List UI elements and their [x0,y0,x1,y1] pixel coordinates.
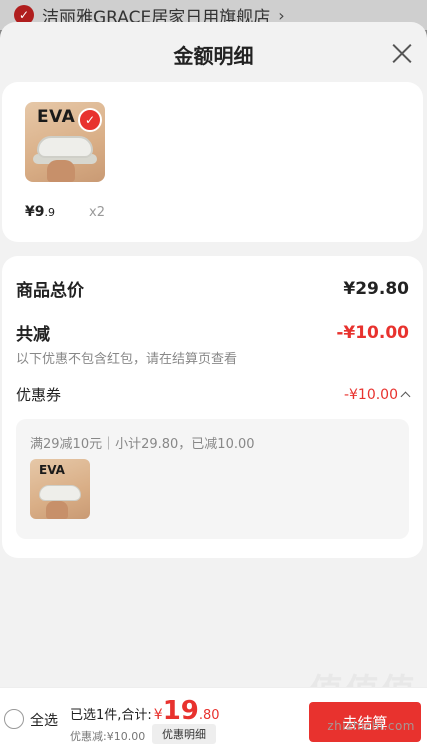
coupon-product-thumbnail: EVA [30,459,90,519]
check-icon: ✓ [78,108,102,132]
slipper-strap [37,136,93,158]
coupon-value: -¥10.00 [343,386,398,403]
product-thumb-label: EVA [37,107,76,127]
coupon-value-wrap[interactable]: -¥10.00 [343,386,411,403]
select-all-label[interactable]: 全选 [30,710,58,730]
order-summary: 已选1件,合计: ¥ 19 .80 [70,696,220,726]
coupon-detail-box: 满29减10元｜小计29.80，已减10.00 EVA [16,419,409,539]
selected-count: 已选1件,合计: [70,708,152,723]
total-value: ¥29.80 [343,278,409,299]
summary-card: 商品总价 ¥29.80 共减 -¥10.00 以下优惠不包含红包，请在结算页查看… [2,256,423,558]
chevron-up-icon[interactable] [400,391,411,402]
total-label: 商品总价 [16,281,84,301]
reduce-value: -¥10.00 [336,322,409,343]
product-price: ¥9.9 [25,204,55,220]
product-price-int: ¥9 [25,204,45,220]
product-card: EVA ✓ ¥9.9 x2 [2,82,423,242]
watermark-text: zhizhizhi.com [327,719,415,733]
product-qty: x2 [89,205,105,220]
coupon-desc: 满29减10元｜小计29.80，已减10.00 [30,437,255,452]
product-price-dec: .9 [44,206,55,219]
radio-icon[interactable] [4,709,24,729]
amount-detail-sheet: 金额明细 EVA ✓ ¥9.9 x2 商品总价 ¥29.80 共减 -¥10.0… [0,22,427,749]
total-row: 商品总价 ¥29.80 [16,276,409,302]
discount-amount: 优惠减:¥10.00 [70,730,146,743]
close-icon[interactable] [391,42,413,64]
coupon-label: 优惠券 [16,386,62,404]
total-dec: .80 [198,708,220,723]
reduce-row: 共减 -¥10.00 [16,320,409,346]
total-int: 19 [162,696,199,726]
discount-detail-button[interactable]: 优惠明细 [152,724,216,744]
discount-note: 以下优惠不包含红包，请在结算页查看 [16,352,238,367]
coupon-row[interactable]: 优惠券 -¥10.00 [16,384,411,405]
checkout-bar: 全选 已选1件,合计: ¥ 19 .80 优惠减:¥10.00 优惠明细 去结算… [0,687,427,749]
hand-graphic [47,160,75,182]
coupon-thumb-label: EVA [39,463,65,477]
currency-symbol: ¥ [153,707,163,723]
slipper-strap [39,485,81,501]
sheet-title: 金额明细 [173,44,254,68]
reduce-label: 共减 [16,325,50,345]
hand-graphic [46,501,68,519]
